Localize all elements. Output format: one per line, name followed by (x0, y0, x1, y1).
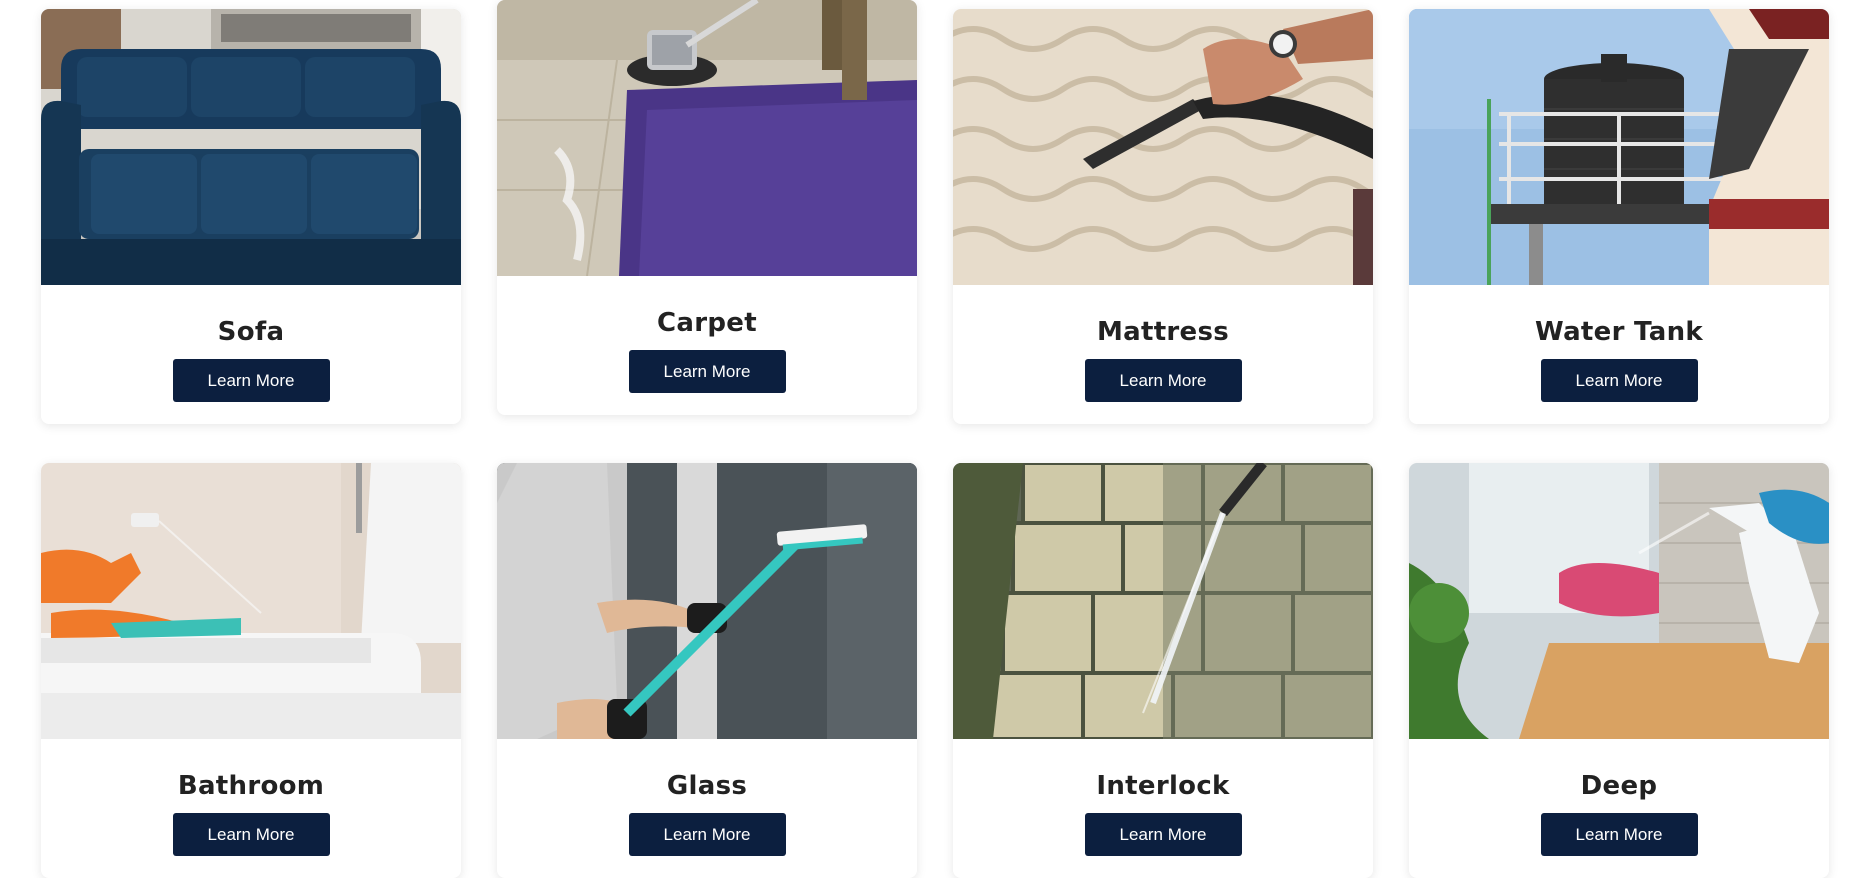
service-card-sofa: Sofa Learn More (41, 9, 461, 424)
service-card-interlock: Interlock Learn More (953, 463, 1373, 878)
glass-image (497, 463, 917, 739)
card-title: Glass (666, 771, 748, 801)
card-title: Interlock (1096, 771, 1230, 801)
card-title: Water Tank (1535, 317, 1703, 347)
service-card-deep: Deep Learn More (1409, 463, 1829, 878)
learn-more-button[interactable]: Learn More (1540, 359, 1698, 402)
bathroom-image (41, 463, 461, 739)
deep-cleaning-image (1409, 463, 1829, 739)
mattress-image (953, 9, 1373, 285)
learn-more-button[interactable]: Learn More (1540, 813, 1698, 856)
water-tank-image (1409, 9, 1829, 285)
services-grid: Sofa Learn More Carpet Learn More Mattre… (0, 0, 1875, 878)
learn-more-button[interactable]: Learn More (1084, 813, 1242, 856)
learn-more-button[interactable]: Learn More (172, 359, 330, 402)
card-title: Deep (1580, 771, 1658, 801)
service-card-mattress: Mattress Learn More (953, 9, 1373, 424)
service-card-bathroom: Bathroom Learn More (41, 463, 461, 878)
card-title: Bathroom (177, 771, 325, 801)
card-title: Sofa (217, 317, 285, 347)
sofa-image (41, 9, 461, 285)
learn-more-button[interactable]: Learn More (628, 813, 786, 856)
service-card-carpet: Carpet Learn More (497, 0, 917, 415)
learn-more-button[interactable]: Learn More (172, 813, 330, 856)
service-card-glass: Glass Learn More (497, 463, 917, 878)
learn-more-button[interactable]: Learn More (1084, 359, 1242, 402)
service-card-water-tank: Water Tank Learn More (1409, 9, 1829, 424)
interlock-image (953, 463, 1373, 739)
carpet-image (497, 0, 917, 276)
card-title: Carpet (657, 308, 757, 338)
card-title: Mattress (1096, 317, 1230, 347)
learn-more-button[interactable]: Learn More (628, 350, 786, 393)
